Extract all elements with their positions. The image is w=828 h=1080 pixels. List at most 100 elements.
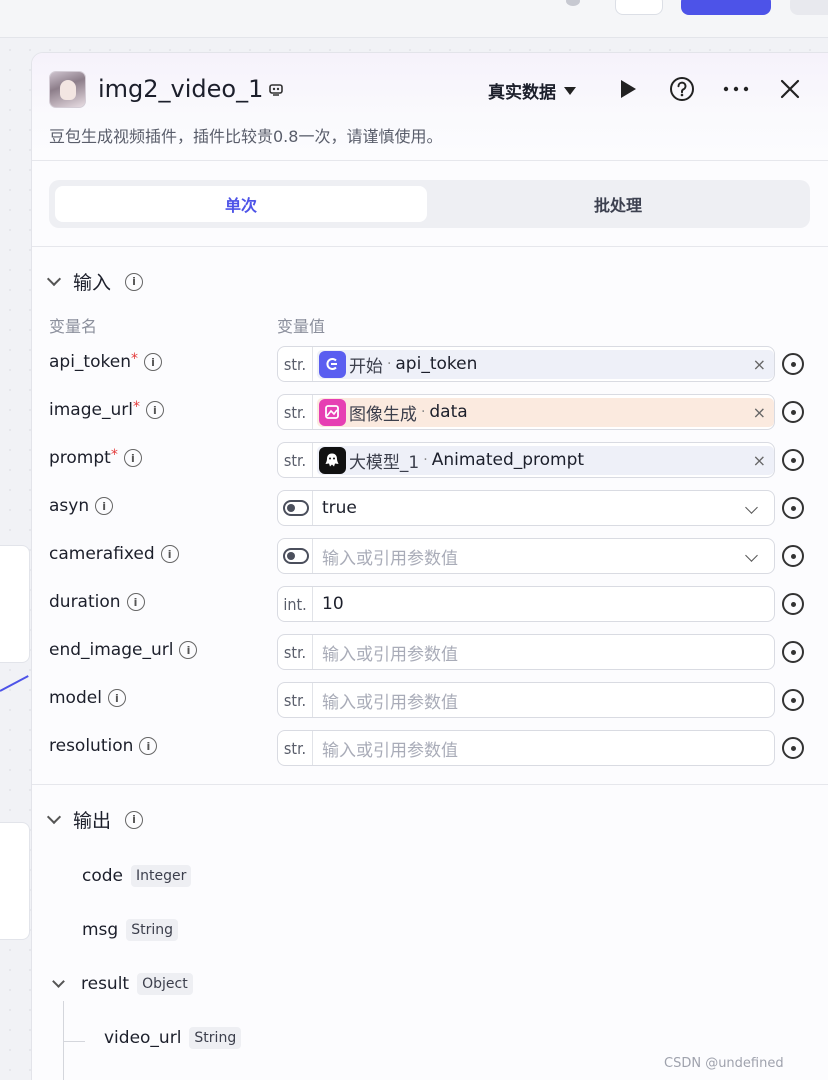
play-button[interactable] <box>614 75 642 103</box>
param-placeholder: 输入或引用参数值 <box>322 548 458 569</box>
reference-key: api_token <box>395 354 478 374</box>
info-icon[interactable]: i <box>95 497 114 515</box>
param-name: resolution i <box>49 736 158 756</box>
toolbar-button-outline[interactable] <box>615 0 663 15</box>
type-label: str. <box>278 635 313 669</box>
canvas-node[interactable] <box>0 545 30 663</box>
chevron-down-icon[interactable] <box>745 501 758 514</box>
variable-picker-icon[interactable] <box>782 545 804 567</box>
param-label: duration <box>49 592 121 612</box>
param-name: duration i <box>49 592 145 612</box>
info-icon[interactable]: i <box>179 641 198 659</box>
variable-picker-icon[interactable] <box>782 401 804 423</box>
type-label: int. <box>278 587 313 621</box>
data-mode-select[interactable]: 真实数据 <box>488 78 576 103</box>
type-label: str. <box>278 731 313 765</box>
close-icon <box>780 79 800 99</box>
output-item-result: result Object <box>52 973 193 995</box>
param-name: image_url * i <box>49 399 164 420</box>
info-icon[interactable]: i <box>139 737 158 755</box>
more-icon <box>723 86 749 92</box>
tab-batch[interactable]: 批处理 <box>432 186 804 222</box>
data-mode-label: 真实数据 <box>488 83 556 103</box>
info-icon[interactable]: i <box>143 353 162 371</box>
watermark: CSDN @undefined <box>664 1056 784 1071</box>
outputs-title: 输出 <box>73 810 112 832</box>
param-value-field[interactable]: str. 图像生成 · data × <box>277 394 775 430</box>
output-name: result <box>81 974 130 994</box>
node-title[interactable]: img2_video_1 <box>98 75 263 103</box>
param-label: resolution <box>49 736 134 756</box>
info-icon[interactable]: i <box>126 593 145 611</box>
input-row-prompt: prompt * i str. 大模型_1 · Animated_prompt × <box>32 442 828 478</box>
variable-picker-icon[interactable] <box>782 353 804 375</box>
clear-icon[interactable]: × <box>753 403 766 422</box>
llm-icon <box>318 446 346 474</box>
toggle-icon <box>283 548 309 564</box>
info-icon[interactable]: i <box>125 272 144 291</box>
info-icon[interactable]: i <box>123 449 142 467</box>
help-button[interactable] <box>668 75 696 103</box>
param-value-select[interactable]: 输入或引用参数值 <box>277 538 775 574</box>
type-switch[interactable] <box>278 539 313 573</box>
clear-icon[interactable]: × <box>753 451 766 470</box>
type-label: str. <box>278 395 313 429</box>
edit-icon[interactable] <box>268 82 284 98</box>
param-value-field[interactable]: str. 开始 · api_token × <box>277 346 775 382</box>
param-value-field[interactable]: str. 输入或引用参数值 <box>277 682 775 718</box>
param-value-select[interactable]: true <box>277 490 775 526</box>
input-row-end-image-url: end_image_url i str. 输入或引用参数值 <box>32 634 828 670</box>
output-name: video_url <box>104 1028 182 1048</box>
type-switch[interactable] <box>278 491 313 525</box>
variable-picker-icon[interactable] <box>782 641 804 663</box>
chevron-down-icon[interactable] <box>52 975 65 988</box>
param-name: end_image_url i <box>49 640 198 660</box>
variable-picker-icon[interactable] <box>782 497 804 519</box>
variable-reference[interactable]: 图像生成 · data × <box>316 397 774 427</box>
info-icon[interactable]: i <box>107 689 126 707</box>
param-name: asyn i <box>49 496 114 516</box>
canvas-node[interactable] <box>0 822 30 940</box>
chevron-down-icon[interactable] <box>46 809 62 825</box>
param-value-field[interactable]: int. 10 <box>277 586 775 622</box>
tab-single[interactable]: 单次 <box>55 186 427 222</box>
inputs-section-header[interactable]: 输入 i <box>46 268 144 295</box>
chevron-down-icon[interactable] <box>46 271 62 287</box>
reference-separator: · <box>386 356 392 372</box>
output-item-msg: msg String <box>82 919 178 941</box>
column-header-value: 变量值 <box>277 317 326 336</box>
input-row-api-token: api_token * i str. 开始 · api_token × <box>32 346 828 382</box>
tree-connector <box>63 1041 85 1042</box>
help-icon <box>670 77 694 101</box>
more-button[interactable] <box>722 75 750 103</box>
output-name: code <box>82 866 123 886</box>
type-badge: String <box>189 1027 242 1049</box>
close-button[interactable] <box>776 75 804 103</box>
param-value-field[interactable]: str. 输入或引用参数值 <box>277 730 775 766</box>
toggle-icon <box>283 500 309 516</box>
variable-reference[interactable]: 大模型_1 · Animated_prompt × <box>316 445 774 475</box>
toolbar-button-gray[interactable] <box>790 0 828 15</box>
variable-picker-icon[interactable] <box>782 593 804 615</box>
required-mark: * <box>132 399 140 415</box>
param-value-field[interactable]: str. 大模型_1 · Animated_prompt × <box>277 442 775 478</box>
clear-icon[interactable]: × <box>753 355 766 374</box>
type-badge: Object <box>137 973 193 995</box>
info-icon[interactable]: i <box>145 401 164 419</box>
variable-picker-icon[interactable] <box>782 689 804 711</box>
chevron-down-icon[interactable] <box>745 549 758 562</box>
input-row-duration: duration i int. 10 <box>32 586 828 622</box>
output-name: msg <box>82 920 119 940</box>
param-value-field[interactable]: str. 输入或引用参数值 <box>277 634 775 670</box>
variable-reference[interactable]: 开始 · api_token × <box>316 349 774 379</box>
toolbar-button-primary[interactable] <box>681 0 771 15</box>
variable-picker-icon[interactable] <box>782 449 804 471</box>
param-placeholder: 输入或引用参数值 <box>322 692 458 713</box>
info-icon[interactable]: i <box>160 545 179 563</box>
input-row-resolution: resolution i str. 输入或引用参数值 <box>32 730 828 766</box>
toolbar-icon[interactable] <box>566 0 580 6</box>
variable-picker-icon[interactable] <box>782 737 804 759</box>
info-icon[interactable]: i <box>125 810 144 829</box>
reference-separator: · <box>423 452 428 468</box>
outputs-section-header[interactable]: 输出 i <box>46 806 144 833</box>
